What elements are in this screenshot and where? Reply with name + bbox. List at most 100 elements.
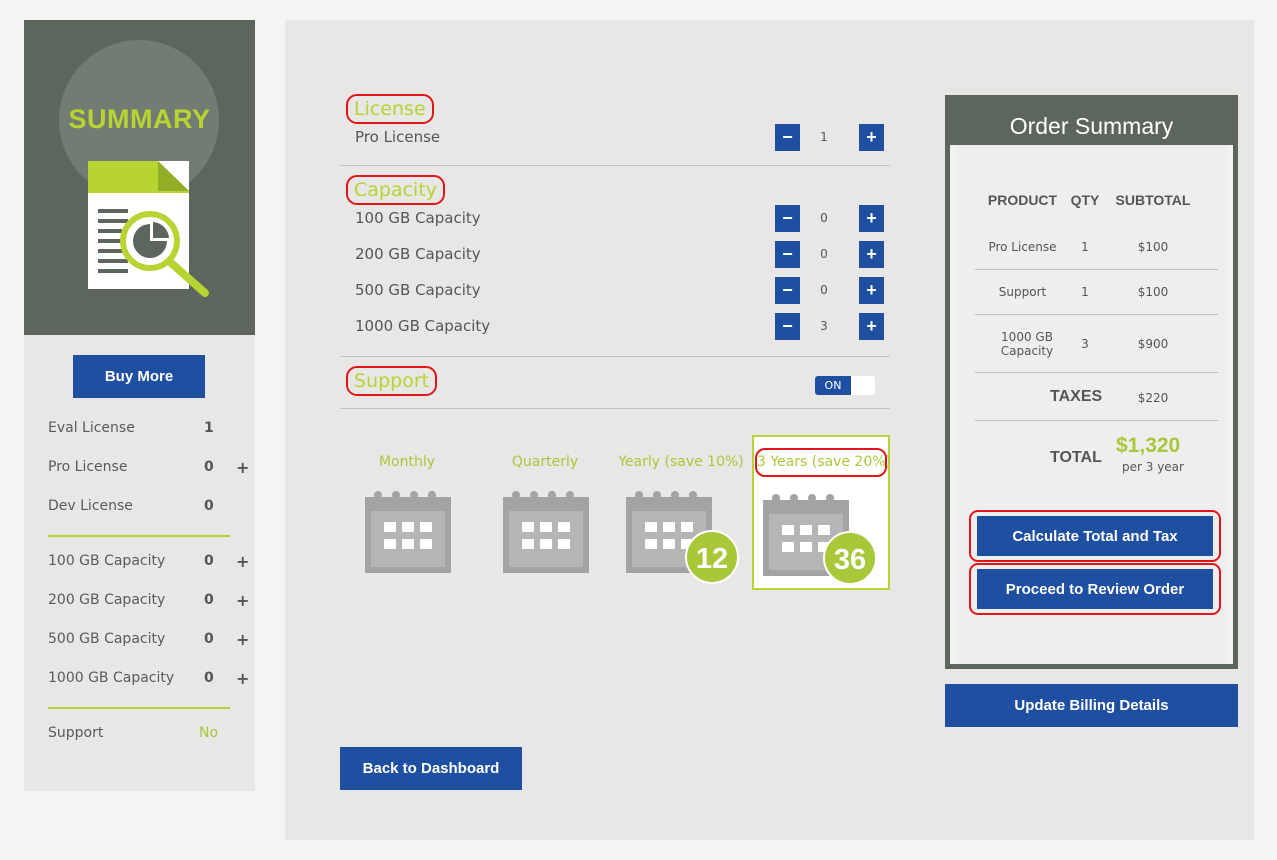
- decrease-200gb-button[interactable]: −: [775, 241, 800, 268]
- plan-yearly[interactable]: Yearly (save 10%) 12: [612, 435, 750, 590]
- license-row-pro: Pro License − 1 +: [355, 124, 890, 152]
- sidebar-row-value: No: [199, 725, 219, 741]
- plan-badge-36: 36: [823, 531, 877, 585]
- item-label: 500 GB Capacity: [355, 281, 481, 299]
- row-divider: [975, 269, 1218, 270]
- proceed-review-order-button[interactable]: Proceed to Review Order: [977, 569, 1213, 609]
- sidebar-row-label: Support: [48, 725, 104, 741]
- section-divider: [340, 165, 890, 166]
- update-billing-button[interactable]: Update Billing Details: [945, 684, 1238, 727]
- header-product: PRODUCT: [987, 192, 1058, 208]
- toggle-on-label: ON: [815, 376, 851, 395]
- 200gb-qty: 0: [820, 247, 828, 261]
- capacity-section-title: Capacity: [346, 175, 446, 205]
- pro-license-qty: 1: [820, 130, 828, 144]
- taxes-value: $220: [1137, 391, 1169, 405]
- sidebar-row-value: 0: [204, 459, 214, 475]
- item-label: 1000 GB Capacity: [355, 317, 491, 335]
- plan-label: Yearly (save 10%): [618, 454, 744, 470]
- total-period: per 3 year: [1122, 460, 1184, 474]
- capacity-row-500gb: 500 GB Capacity − 0 +: [355, 277, 890, 305]
- decrease-500gb-button[interactable]: −: [775, 277, 800, 304]
- sidebar-row-500gb: 500 GB Capacity 0 +: [48, 630, 249, 653]
- increase-1000gb-button[interactable]: +: [859, 313, 884, 340]
- sidebar-divider: [48, 535, 230, 537]
- license-section-title: License: [346, 94, 434, 124]
- sidebar-row-support: Support No: [48, 725, 238, 747]
- sidebar-row-pro-license: Pro License 0 +: [48, 458, 249, 481]
- sidebar-row-label: Pro License: [48, 459, 128, 475]
- sidebar-row-value: 0: [204, 631, 214, 647]
- sidebar-row-dev-license: Dev License 0: [48, 498, 238, 520]
- increase-500gb-button[interactable]: +: [859, 277, 884, 304]
- row-qty: 1: [1081, 285, 1089, 299]
- capacity-row-1000gb: 1000 GB Capacity − 3 +: [355, 313, 890, 341]
- summary-hero: SUMMARY: [24, 20, 255, 335]
- buy-more-button[interactable]: Buy More: [73, 355, 205, 398]
- item-label: 200 GB Capacity: [355, 245, 481, 263]
- sidebar-row-value: 0: [204, 498, 214, 514]
- order-summary-title: Order Summary: [950, 100, 1233, 145]
- sidebar-row-value: 0: [204, 553, 214, 569]
- sidebar-row-label: 200 GB Capacity: [48, 592, 166, 608]
- add-1000gb-icon[interactable]: +: [236, 669, 249, 688]
- section-divider: [340, 408, 890, 409]
- 500gb-qty: 0: [820, 283, 828, 297]
- calculate-highlight: Calculate Total and Tax: [969, 510, 1221, 562]
- total-value: $1,320: [1116, 434, 1181, 457]
- calendar-icon: [365, 491, 451, 573]
- row-subtotal: $100: [1137, 240, 1169, 254]
- calendar-icon: [503, 491, 589, 573]
- sidebar-row-1000gb: 1000 GB Capacity 0 +: [48, 669, 249, 692]
- row-subtotal: $100: [1137, 285, 1169, 299]
- add-200gb-icon[interactable]: +: [236, 591, 249, 610]
- plan-label: Quarterly: [511, 454, 579, 470]
- plan-quarterly[interactable]: Quarterly: [476, 435, 614, 590]
- row-subtotal: $900: [1137, 337, 1169, 351]
- decrease-1000gb-button[interactable]: −: [775, 313, 800, 340]
- sidebar-row-value: 1: [204, 420, 214, 436]
- sidebar-row-label: 100 GB Capacity: [48, 553, 166, 569]
- summary-title: SUMMARY: [68, 104, 211, 134]
- header-subtotal: SUBTOTAL: [1115, 192, 1191, 208]
- item-label: Pro License: [355, 128, 441, 146]
- sidebar-row-value: 0: [204, 592, 214, 608]
- plan-3-years[interactable]: 3 Years (save 20%) 36: [752, 435, 891, 590]
- sidebar-row-label: 1000 GB Capacity: [48, 670, 175, 686]
- order-summary-body: PRODUCT QTY SUBTOTAL Pro License 1 $100 …: [955, 145, 1228, 664]
- total-label: TOTAL: [1050, 449, 1102, 466]
- header-qty: QTY: [1070, 192, 1100, 208]
- sidebar-row-label: Eval License: [48, 420, 135, 436]
- increase-200gb-button[interactable]: +: [859, 241, 884, 268]
- plan-monthly[interactable]: Monthly: [338, 435, 476, 590]
- main-panel: License Pro License − 1 + Capacity 100 G…: [285, 20, 1254, 840]
- row-product: 1000 GB Capacity: [1000, 330, 1054, 358]
- support-section-title: Support: [346, 366, 438, 396]
- sidebar-row-eval-license: Eval License 1: [48, 420, 238, 442]
- increase-pro-license-button[interactable]: +: [859, 124, 884, 151]
- sidebar-row-100gb: 100 GB Capacity 0 +: [48, 552, 249, 575]
- plan-badge-12: 12: [685, 530, 739, 584]
- document-magnifier-icon: [88, 161, 209, 297]
- item-label: 100 GB Capacity: [355, 209, 481, 227]
- row-divider: [975, 420, 1218, 421]
- add-pro-license-icon[interactable]: +: [236, 458, 249, 477]
- plan-label: Monthly: [378, 454, 436, 470]
- calculate-total-tax-button[interactable]: Calculate Total and Tax: [977, 516, 1213, 556]
- increase-100gb-button[interactable]: +: [859, 205, 884, 232]
- row-qty: 3: [1081, 337, 1089, 351]
- section-divider: [340, 356, 890, 357]
- add-500gb-icon[interactable]: +: [236, 630, 249, 649]
- sidebar-row-label: Dev License: [48, 498, 133, 514]
- decrease-100gb-button[interactable]: −: [775, 205, 800, 232]
- plan-label: 3 Years (save 20%): [755, 448, 891, 477]
- support-toggle[interactable]: ON: [815, 376, 875, 395]
- decrease-pro-license-button[interactable]: −: [775, 124, 800, 151]
- 1000gb-qty: 3: [820, 319, 828, 333]
- add-100gb-icon[interactable]: +: [236, 552, 249, 571]
- sidebar-row-label: 500 GB Capacity: [48, 631, 166, 647]
- back-to-dashboard-button[interactable]: Back to Dashboard: [340, 747, 522, 790]
- row-qty: 1: [1081, 240, 1089, 254]
- proceed-highlight: Proceed to Review Order: [969, 563, 1221, 615]
- taxes-label: TAXES: [1050, 388, 1103, 405]
